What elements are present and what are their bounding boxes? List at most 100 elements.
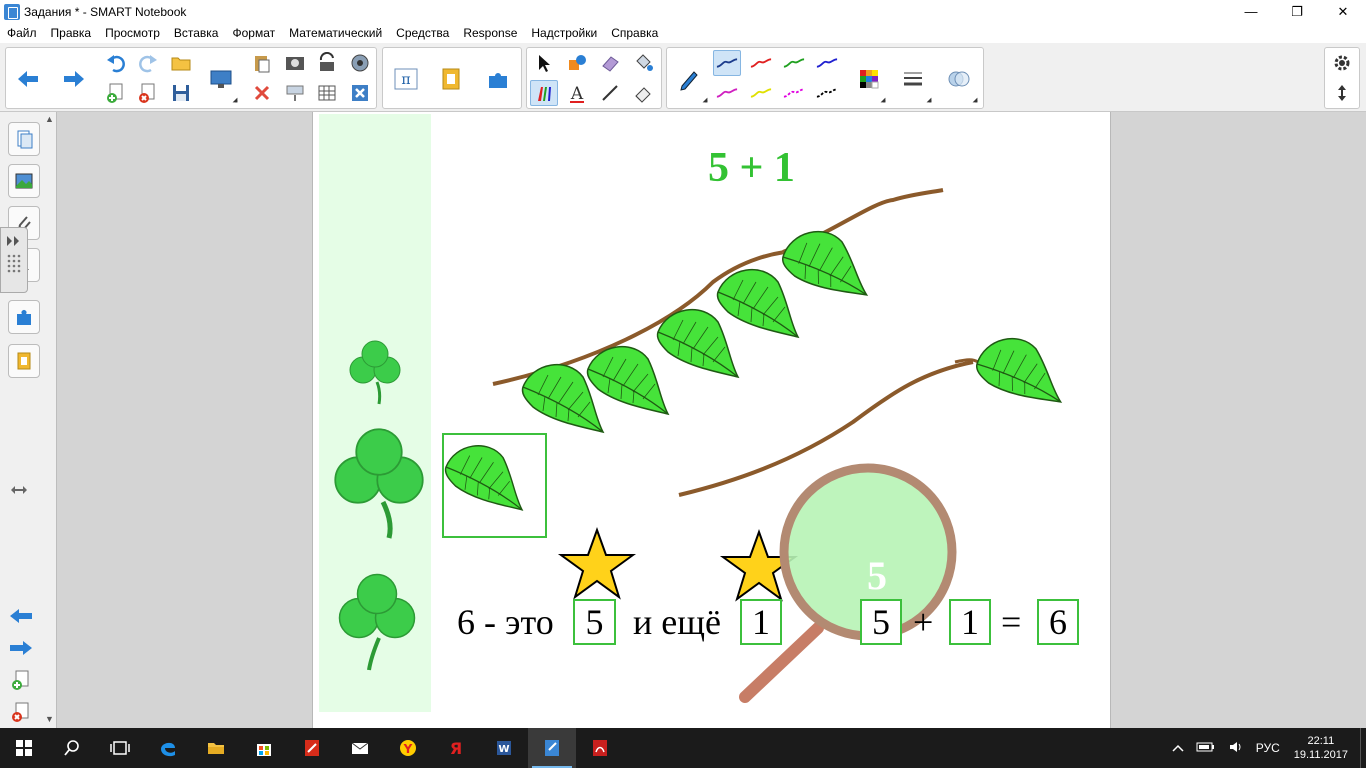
gallery-tab[interactable] (8, 164, 40, 198)
camera-icon[interactable] (346, 50, 374, 76)
table-icon[interactable] (313, 80, 341, 106)
sidebar-scrollbar[interactable]: ▲ ▼ (42, 112, 56, 728)
answer-box-one[interactable]: 1 (740, 599, 782, 645)
answer-box-five[interactable]: 5 (573, 599, 616, 645)
pen-style-blue[interactable] (813, 50, 841, 76)
addons-tab[interactable] (8, 300, 40, 334)
menu-file[interactable]: Файл (7, 26, 37, 40)
result-box-six[interactable]: 6 (1037, 599, 1079, 645)
eraser-icon[interactable] (629, 80, 657, 106)
menu-math[interactable]: Математический (289, 26, 382, 40)
pen-style-black-dashed[interactable] (813, 80, 841, 106)
restore-button[interactable]: ❐ (1274, 0, 1320, 23)
birch-branch-six-leaves[interactable] (492, 188, 944, 433)
resize-horizontal-icon[interactable] (10, 484, 28, 498)
pen-style-magenta[interactable] (713, 80, 741, 106)
single-leaf[interactable] (444, 445, 523, 511)
previous-page-button[interactable] (8, 604, 34, 628)
close-button[interactable]: ✕ (1320, 0, 1366, 23)
notebook-page[interactable]: 5 + 1 5 6 - это 5 и ещё 1 5 + 1 = 6 (312, 112, 1111, 728)
display-dropdown-icon[interactable] (232, 97, 238, 103)
transparency-icon[interactable] (941, 51, 977, 107)
save-icon[interactable] (167, 80, 195, 106)
battery-icon[interactable] (1196, 741, 1216, 756)
color-palette-dropdown-icon[interactable] (880, 97, 886, 103)
menu-edit[interactable]: Правка (51, 26, 92, 40)
page-sorter-tab[interactable] (8, 122, 40, 156)
next-page-button[interactable] (8, 636, 34, 660)
undo-icon[interactable] (102, 50, 130, 76)
paste-icon[interactable] (248, 50, 276, 76)
minimize-button[interactable]: — (1228, 0, 1274, 23)
transparency-dropdown-icon[interactable] (972, 97, 978, 103)
redo-icon[interactable] (134, 50, 162, 76)
edge-icon[interactable] (144, 728, 192, 768)
sum-box-one[interactable]: 1 (949, 599, 991, 645)
scroll-down-icon[interactable]: ▼ (45, 714, 54, 724)
show-desktop-button[interactable] (1360, 728, 1366, 768)
pen-style-yellow[interactable] (747, 80, 775, 106)
select-arrow-icon[interactable] (530, 50, 558, 76)
delete-page-side-button[interactable] (8, 700, 34, 724)
pen-type-icon[interactable] (671, 51, 707, 107)
delete-page-icon[interactable] (134, 80, 162, 106)
fill-icon[interactable] (629, 50, 657, 76)
smart-pdf-icon[interactable] (288, 728, 336, 768)
menu-tools[interactable]: Средства (396, 26, 449, 40)
acrobat-icon[interactable] (576, 728, 624, 768)
yandex-icon[interactable]: Я (432, 728, 480, 768)
start-icon[interactable] (0, 728, 48, 768)
menu-help[interactable]: Справка (611, 26, 658, 40)
star-one[interactable] (557, 527, 637, 600)
lesson-activity-tab[interactable] (8, 344, 40, 378)
menu-view[interactable]: Просмотр (105, 26, 160, 40)
explorer-icon[interactable] (192, 728, 240, 768)
delete-x-icon[interactable] (248, 80, 276, 106)
pen-style-green[interactable] (780, 50, 808, 76)
language-indicator[interactable]: РУС (1256, 741, 1280, 755)
word-icon[interactable]: W (480, 728, 528, 768)
rotate-icon[interactable] (313, 50, 341, 76)
chevron-up-icon[interactable] (1172, 741, 1184, 755)
menu-insert[interactable]: Вставка (174, 26, 219, 40)
scroll-up-icon[interactable]: ▲ (45, 114, 54, 124)
close-box-icon[interactable] (346, 80, 374, 106)
forward-arrow-icon[interactable] (56, 51, 92, 107)
screen-shade-icon[interactable] (281, 80, 309, 106)
task-view-icon[interactable] (96, 728, 144, 768)
search-icon[interactable] (48, 728, 96, 768)
clock[interactable]: 22:11 19.11.2017 (1294, 734, 1348, 762)
screen-capture-icon[interactable] (281, 50, 309, 76)
pens-icon[interactable] (530, 80, 558, 106)
smart-notebook-icon[interactable] (528, 728, 576, 768)
line-width-dropdown-icon[interactable] (926, 97, 932, 103)
menu-format[interactable]: Формат (232, 26, 275, 40)
addon-icon[interactable] (433, 51, 469, 107)
store-icon[interactable] (240, 728, 288, 768)
pen-style-navy[interactable] (713, 50, 741, 76)
menu-addons[interactable]: Надстройки (531, 26, 597, 40)
equation-title[interactable]: 5 + 1 (708, 144, 795, 192)
pen-style-pink-dashed[interactable] (780, 80, 808, 106)
mail-icon[interactable] (336, 728, 384, 768)
puzzle-icon[interactable] (480, 51, 516, 107)
sum-box-five[interactable]: 5 (860, 599, 902, 645)
math-pi-icon[interactable]: π (388, 51, 424, 107)
shapes-icon[interactable] (563, 50, 591, 76)
gear-icon[interactable] (1328, 50, 1356, 76)
pen-style-red[interactable] (747, 50, 775, 76)
open-folder-icon[interactable] (167, 50, 195, 76)
volume-icon[interactable] (1228, 740, 1244, 757)
add-page-side-button[interactable] (8, 668, 34, 692)
pen-type-dropdown-icon[interactable] (702, 97, 708, 103)
back-arrow-icon[interactable] (10, 51, 46, 107)
line-width-icon[interactable] (895, 51, 931, 107)
sidebar-resize-handle[interactable] (0, 227, 28, 293)
line-icon[interactable] (596, 80, 624, 106)
yandex-browser-icon[interactable]: Y (384, 728, 432, 768)
text-icon[interactable]: A (563, 80, 591, 106)
menu-response[interactable]: Response (463, 26, 517, 40)
toolbar-position-icon[interactable] (1328, 80, 1356, 106)
eraser-block-icon[interactable] (596, 50, 624, 76)
add-page-icon[interactable] (102, 80, 130, 106)
